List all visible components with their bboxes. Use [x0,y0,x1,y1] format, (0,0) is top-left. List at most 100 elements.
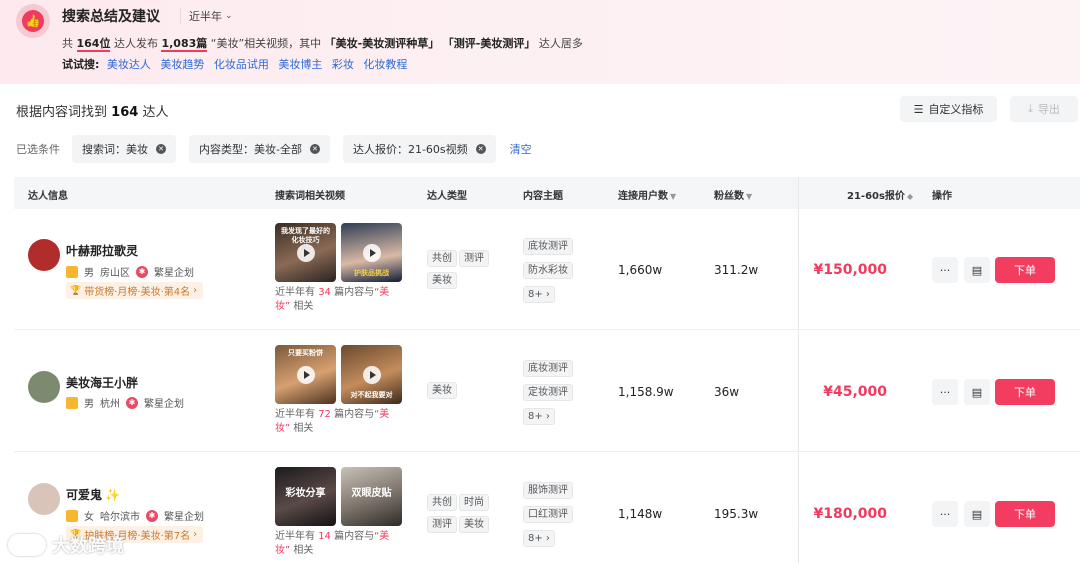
summary-banner: 👍 搜索总结及建议 近半年 ⌄ 共 164位 达人发布 1,083篇 “美妆”相… [0,0,1080,84]
selected-filters: 已选条件 搜索词：美妆 ✕ 内容类型：美妆-全部 ✕ 达人报价：21-60s视频 ✕ … [16,135,532,163]
chevron-down-icon: ⌄ [225,11,233,21]
custom-metrics-button[interactable]: ☰ 自定义指标 [900,96,997,122]
more-icon: ··· [939,385,951,399]
play-icon [296,243,315,262]
col-creator-info: 达人信息 [28,191,68,202]
try-link[interactable]: 美妆达人 [107,58,151,71]
close-icon[interactable]: ✕ [475,144,486,154]
fans-count: 311.2w [714,263,759,277]
video-count-note: 近半年有 34 篇内容与“美妆” 相关 [275,287,390,312]
more-button[interactable]: ··· [932,501,958,527]
avatar[interactable] [28,483,60,515]
play-icon [296,365,315,384]
col-creator-type: 达人类型 [427,191,467,202]
creator-name[interactable]: 叶赫那拉歌灵 [66,242,138,259]
video-thumbnail[interactable]: 彩妆分享 [275,467,336,526]
filter-chip[interactable]: 搜索词：美妆 ✕ [72,135,176,163]
clipboard-icon: ▤ [971,385,983,399]
agency-icon: ✱ [136,265,148,278]
summary-text: 共 164位 达人发布 1,083篇 “美妆”相关视频，其中 「美妆-美妆测评种… [62,37,583,52]
try-link[interactable]: 美妆趋势 [160,58,204,71]
sliders-icon: ☰ [913,102,924,116]
video-thumbnail[interactable]: 只要买粉饼 [275,345,336,404]
col-connected-users[interactable]: 连接用户数 ▼ [618,187,676,202]
watermark: 大数跨境 [8,532,124,558]
table-row: 叶赫那拉歌灵 男 房山区 ✱ 繁星企划 🏆 带货榜·月榜·美妆·第4名 › 我发… [14,209,1080,330]
topic-more-tag[interactable]: 8+ › [523,408,555,425]
more-button[interactable]: ··· [932,257,958,283]
try-link[interactable]: 化妆品试用 [214,58,269,71]
video-thumbnail[interactable]: 双眼皮贴 [341,467,402,526]
clipboard-icon: ▤ [971,507,983,521]
topic-tag: 防水彩妆 [523,262,573,279]
video-count-note: 近半年有 72 篇内容与“美妆” 相关 [275,409,390,434]
sort-desc-icon: ▼ [670,192,677,201]
creator-type-tag: 共创 [427,250,457,267]
clear-filters-link[interactable]: 清空 [510,141,532,157]
video-thumbnail[interactable]: 对不起我要对 [341,345,402,404]
try-link[interactable]: 美妆博主 [278,58,322,71]
sort-icon: ◆ [906,192,914,201]
detail-button[interactable]: ▤ [964,257,990,283]
topic-more-tag[interactable]: 8+ › [523,530,555,547]
creator-type-tag: 测评 [427,516,457,533]
shop-icon [66,265,78,278]
price: ¥150,000 [813,262,887,278]
try-link[interactable]: 化妆教程 [363,58,407,71]
creator-type-tag: 美妆 [427,382,457,399]
more-icon: ··· [939,263,951,277]
video-count-note: 近半年有 14 篇内容与“美妆” 相关 [275,531,390,556]
creator-type-tag: 美妆 [427,272,457,289]
col-fans[interactable]: 粉丝数 ▼ [714,187,752,202]
order-button[interactable]: 下单 [995,379,1055,405]
connected-users: 1,660w [618,263,663,277]
more-icon: ··· [939,507,951,521]
play-icon [362,365,381,384]
chevron-right-icon: › [193,529,198,540]
col-actions: 操作 [932,191,952,202]
table-row: 可爱鬼 ✨ 女 哈尔滨市 ✱ 繁星企划 🏆 护肤榜·月榜·美妆·第7名 › 彩妆分… [14,453,1080,563]
price: ¥180,000 [813,506,887,522]
thumbs-up-icon: 👍 [16,4,50,38]
creator-name[interactable]: 美妆海王小胖 [66,374,138,391]
connected-users: 1,148w [618,507,663,521]
creator-type-tag: 测评 [459,250,489,267]
table-row: 美妆海王小胖 男 杭州 ✱ 繁星企划 只要买粉饼 对不起我要对 近半年有 72 … [14,331,1080,452]
avatar[interactable] [28,371,60,403]
shop-icon [66,396,78,409]
close-icon[interactable]: ✕ [156,144,166,154]
detail-button[interactable]: ▤ [964,379,990,405]
try-search: 试试搜: 美妆达人 美妆趋势 化妆品试用 美妆博主 彩妆 化妆教程 [62,56,413,72]
filter-chip[interactable]: 内容类型：美妆-全部 ✕ [189,135,330,163]
fans-count: 195.3w [714,507,759,521]
watermark-logo-icon [8,534,46,556]
creator-name[interactable]: 可爱鬼 ✨ [66,486,120,503]
period-dropdown[interactable]: 近半年 ⌄ [180,8,233,24]
topic-tag: 底妆测评 [523,360,573,377]
rank-badge[interactable]: 🏆 带货榜·月榜·美妆·第4名 › [66,282,204,299]
filter-chip[interactable]: 达人报价：21-60s视频 ✕ [342,135,496,163]
try-link[interactable]: 彩妆 [332,58,354,71]
clipboard-icon: ▤ [971,263,983,277]
export-button[interactable]: ⤓ 导出 [1010,96,1078,122]
topic-tag: 口红测评 [523,506,573,523]
creator-type-tag: 美妆 [459,516,489,533]
detail-button[interactable]: ▤ [964,501,990,527]
order-button[interactable]: 下单 [995,257,1055,283]
more-button[interactable]: ··· [932,379,958,405]
creator-meta: 女 哈尔滨市 ✱ 繁星企划 [66,508,204,523]
topic-more-tag[interactable]: 8+ › [523,286,555,303]
connected-users: 1,158.9w [618,385,674,399]
table-header: 达人信息 搜索词相关视频 达人类型 内容主题 连接用户数 ▼ 粉丝数 ▼ 21-60… [14,177,1080,209]
col-price[interactable]: 21-60s报价 ◆ [847,187,913,202]
video-thumbnail[interactable]: 我发现了最好的化妆技巧 [275,223,336,282]
order-button[interactable]: 下单 [995,501,1055,527]
avatar[interactable] [28,239,60,271]
result-count-title: 根据内容词找到 164 达人 [16,105,169,120]
sparkle-icon: ✨ [105,488,120,502]
video-thumbnail[interactable]: 护肤品挑战 [341,223,402,282]
shop-icon [66,509,78,522]
creator-meta: 男 杭州 ✱ 繁星企划 [66,395,184,410]
close-icon[interactable]: ✕ [309,144,320,154]
col-related-videos: 搜索词相关视频 [275,191,345,202]
